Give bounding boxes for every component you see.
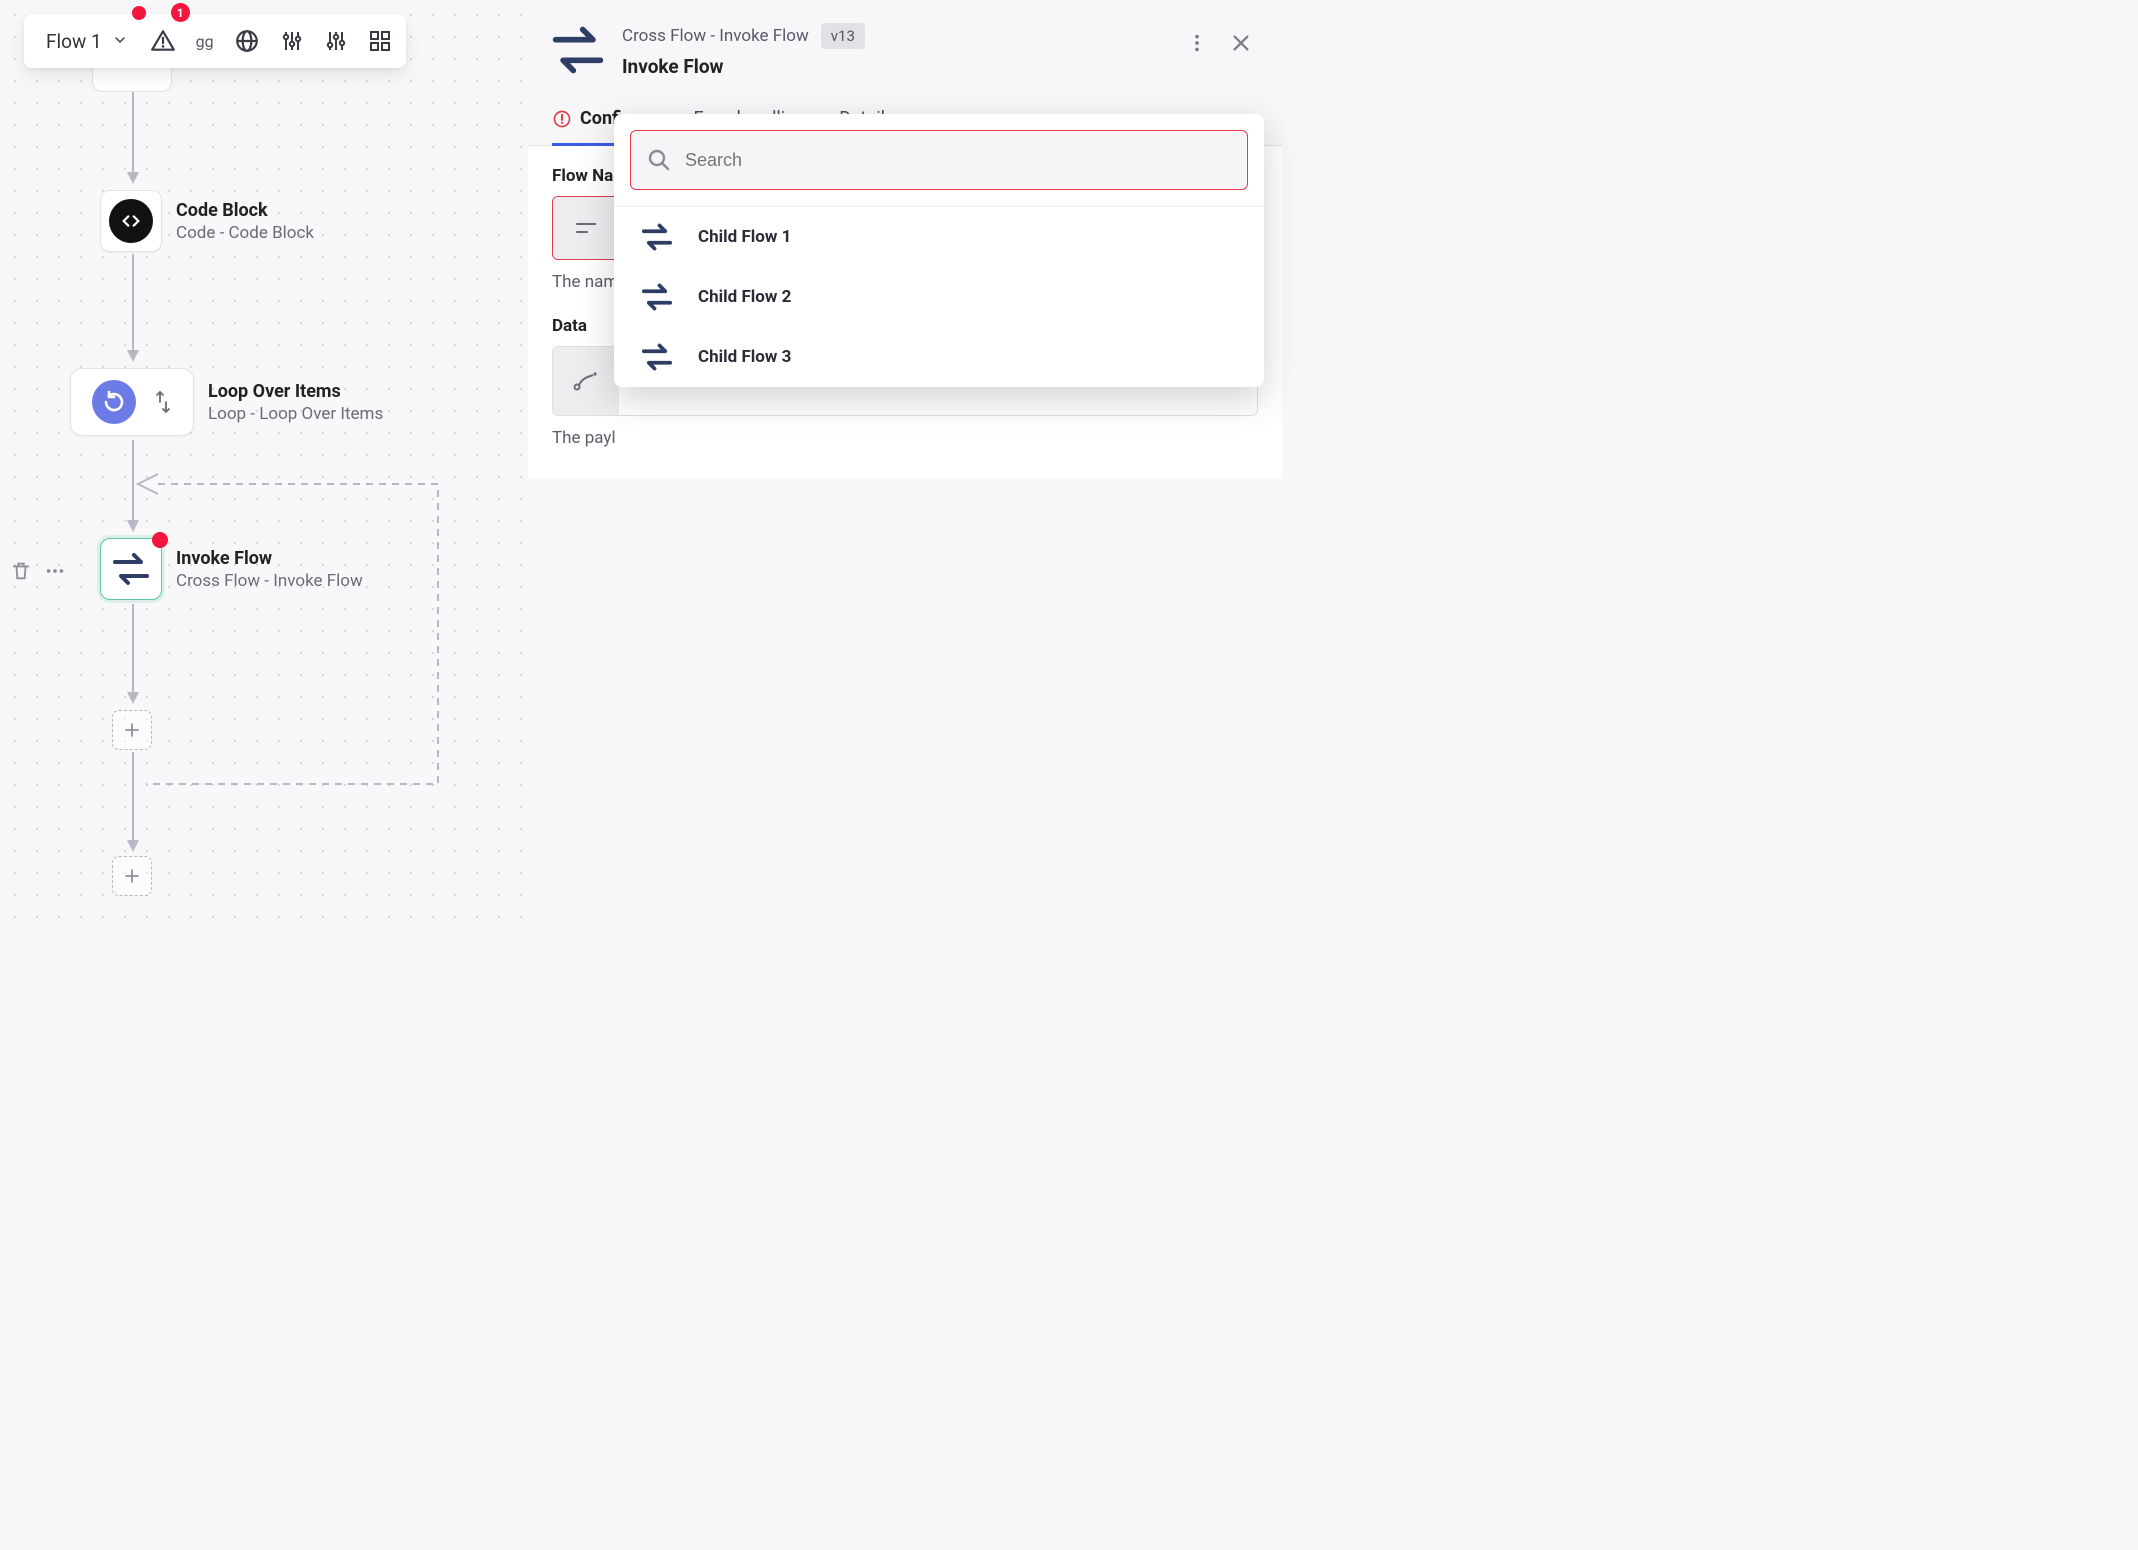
node-subtitle: Cross Flow - Invoke Flow bbox=[176, 571, 363, 591]
node-code-block[interactable]: Code Block Code - Code Block bbox=[100, 190, 314, 252]
dropdown-option[interactable]: Child Flow 3 bbox=[614, 327, 1264, 387]
close-icon bbox=[1230, 32, 1252, 54]
node-subtitle: Loop - Loop Over Items bbox=[208, 404, 383, 424]
add-step-button[interactable] bbox=[112, 856, 152, 896]
dropdown-option-label: Child Flow 3 bbox=[698, 347, 791, 367]
more-horizontal-icon bbox=[44, 560, 66, 582]
warnings-button[interactable]: 1 bbox=[140, 14, 186, 68]
trash-icon bbox=[10, 560, 32, 582]
globe-icon bbox=[234, 28, 260, 54]
flow-selector-label: Flow 1 bbox=[46, 30, 102, 53]
plus-icon bbox=[123, 721, 141, 739]
config-panel: Cross Flow - Invoke Flow v13 Invoke Flow bbox=[528, 0, 1282, 930]
dropdown-option[interactable]: Child Flow 1 bbox=[614, 207, 1264, 267]
sort-arrows-icon bbox=[154, 389, 172, 415]
panel-more-button[interactable] bbox=[1186, 32, 1208, 58]
swap-arrows-icon bbox=[640, 223, 674, 251]
node-title: Invoke Flow bbox=[176, 548, 363, 569]
toolbar: Flow 1 1 gg bbox=[24, 14, 406, 68]
swap-arrows-icon bbox=[640, 283, 674, 311]
node-actions bbox=[10, 560, 66, 586]
error-dot-icon bbox=[152, 532, 168, 548]
warning-triangle-icon bbox=[150, 28, 176, 54]
node-loop[interactable]: Loop Over Items Loop - Loop Over Items bbox=[70, 368, 383, 436]
swap-arrows-icon bbox=[550, 22, 606, 78]
search-icon bbox=[647, 148, 671, 172]
text-lines-icon bbox=[553, 197, 619, 259]
dropdown-search[interactable] bbox=[630, 130, 1248, 190]
loop-icon bbox=[92, 380, 136, 424]
alert-circle-icon bbox=[552, 109, 572, 129]
sliders-button-1[interactable] bbox=[270, 14, 314, 68]
dropdown-search-input[interactable] bbox=[683, 149, 1231, 172]
grid-button[interactable] bbox=[358, 14, 402, 68]
panel-supertitle: Cross Flow - Invoke Flow bbox=[622, 26, 809, 46]
delete-button[interactable] bbox=[10, 560, 32, 586]
plus-icon bbox=[123, 867, 141, 885]
dropdown-option[interactable]: Child Flow 2 bbox=[614, 267, 1264, 327]
chevron-down-icon bbox=[112, 30, 128, 53]
more-vertical-icon bbox=[1186, 32, 1208, 54]
swap-arrows-icon bbox=[111, 552, 151, 586]
code-icon bbox=[109, 199, 153, 243]
swap-arrows-icon bbox=[640, 343, 674, 371]
add-step-button[interactable] bbox=[112, 710, 152, 750]
sliders-button-2[interactable] bbox=[314, 14, 358, 68]
panel-close-button[interactable] bbox=[1230, 32, 1252, 58]
more-button[interactable] bbox=[44, 560, 66, 586]
sliders-icon bbox=[324, 29, 348, 53]
node-invoke-flow[interactable]: Invoke Flow Cross Flow - Invoke Flow bbox=[100, 538, 363, 600]
field-hint-data: The payl bbox=[552, 428, 1258, 448]
node-subtitle: Code - Code Block bbox=[176, 223, 314, 243]
node-title: Code Block bbox=[176, 200, 314, 221]
toolbar-text-fragment: gg bbox=[186, 14, 224, 68]
globe-button[interactable] bbox=[224, 14, 270, 68]
path-icon bbox=[553, 347, 619, 415]
dropdown-option-list: Child Flow 1 Child Flow 2 Child Flow 3 bbox=[614, 206, 1264, 387]
sliders-icon bbox=[280, 29, 304, 53]
dropdown-option-label: Child Flow 1 bbox=[698, 227, 791, 247]
version-badge: v13 bbox=[821, 23, 865, 49]
dropdown-option-label: Child Flow 2 bbox=[698, 287, 791, 307]
flow-name-dropdown: Child Flow 1 Child Flow 2 Child Flow 3 bbox=[614, 114, 1264, 387]
grid-icon bbox=[368, 29, 392, 53]
flow-selector[interactable]: Flow 1 bbox=[28, 14, 140, 68]
node-title: Loop Over Items bbox=[208, 381, 383, 402]
panel-title: Invoke Flow bbox=[622, 55, 865, 78]
